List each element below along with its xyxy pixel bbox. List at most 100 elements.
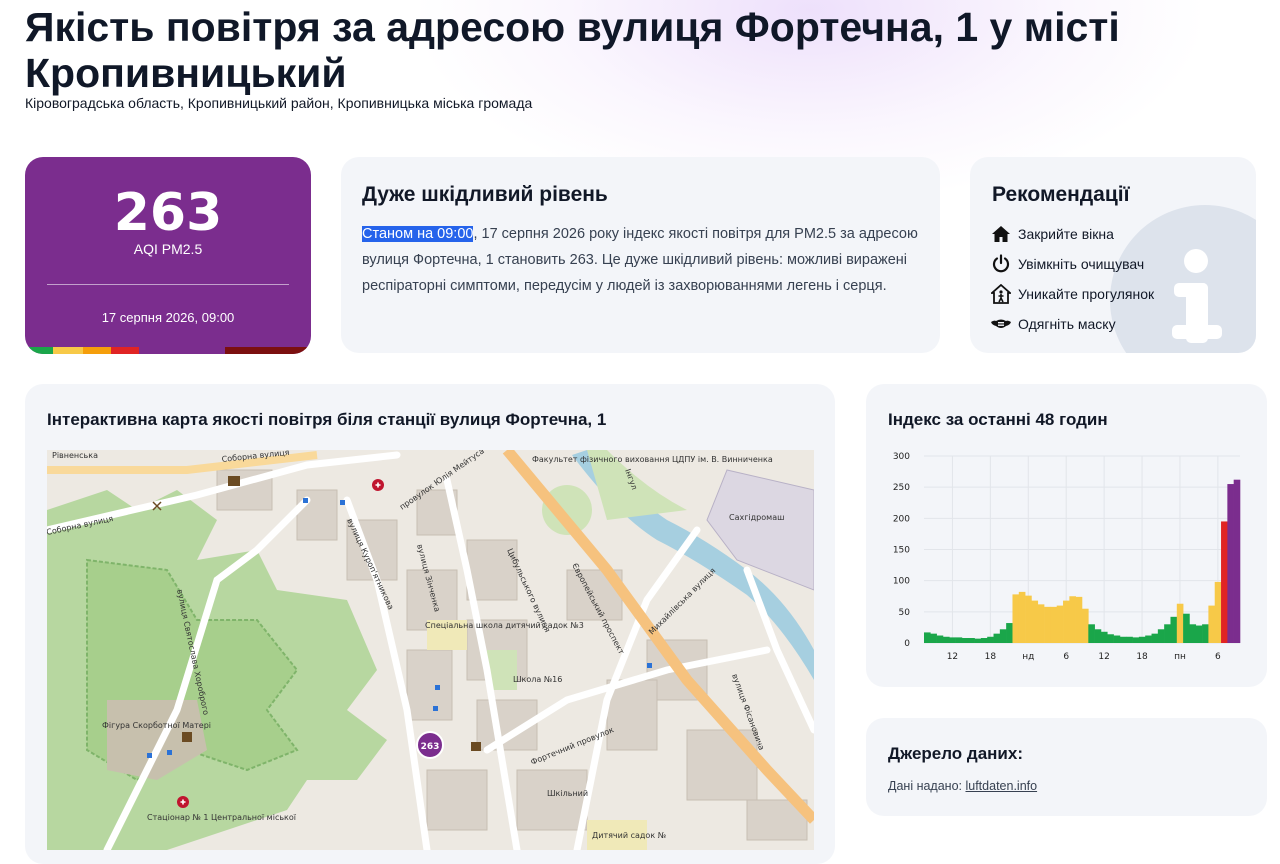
page-subtitle: Кіровоградська область, Кропивницький ра…	[25, 95, 533, 111]
chart-card: Індекс за останні 48 годин 0 50 100 150 200 2…	[866, 384, 1267, 687]
chart-bar[interactable]	[1227, 484, 1234, 643]
chart-xtick-label: пн	[1174, 652, 1186, 662]
chart-bar[interactable]	[1063, 600, 1070, 643]
map-canvas[interactable]: Соборна вулиця Соборна вулиця Рівненська…	[47, 450, 814, 850]
chart-bar[interactable]	[1145, 635, 1152, 643]
chart-bar[interactable]	[1170, 616, 1178, 643]
page-title: Якість повітря за адресою вулиця Фортечн…	[25, 4, 1120, 96]
chart-ytick-label: 100	[893, 577, 910, 587]
chart-bar[interactable]	[993, 633, 1001, 643]
chart-bar[interactable]	[1100, 631, 1108, 643]
map-label: Дитячий садок №	[592, 831, 667, 840]
recommendation-label: Одягніть маску	[1018, 316, 1116, 332]
chart-xtick-label: 6	[1063, 652, 1069, 662]
chart-xtick-label: нд	[1022, 652, 1034, 662]
aqi-scale-segment	[111, 347, 139, 354]
chart-xtick-label: 18	[985, 652, 997, 662]
source-link[interactable]: luftdaten.info	[965, 779, 1037, 793]
map-label: Рівненська	[52, 451, 98, 460]
chart-bar[interactable]	[1208, 605, 1216, 643]
chart-ytick-label: 250	[893, 483, 910, 493]
chart-bar[interactable]	[1195, 625, 1203, 643]
recommendation-purifier: Увімкніть очищувач	[990, 249, 1154, 279]
chart-bar[interactable]	[1044, 606, 1051, 643]
chart-bar[interactable]	[999, 629, 1007, 643]
recommendation-label: Уникайте прогулянок	[1018, 286, 1155, 302]
chart-bar[interactable]	[1176, 603, 1184, 643]
aqi-color-scale	[25, 347, 311, 354]
chart-bar[interactable]	[1138, 636, 1146, 643]
power-icon	[990, 253, 1012, 275]
station-marker[interactable]: 263	[416, 731, 444, 759]
map-card: Інтерактивна карта якості повітря біля с…	[25, 384, 835, 864]
home-walk-icon	[990, 283, 1012, 305]
chart-bar[interactable]	[936, 635, 944, 643]
level-description: Станом на 09:00, 17 серпня 2026 року інд…	[362, 221, 922, 299]
recommendation-wear-mask: Одягніть маску	[990, 309, 1154, 339]
chart-bar[interactable]	[1126, 636, 1133, 643]
chart-bar[interactable]	[1183, 613, 1190, 643]
chart-xtick-label: 18	[1136, 652, 1148, 662]
map-label: Шкільний	[547, 789, 588, 798]
interactive-map[interactable]: Соборна вулиця Соборна вулиця Рівненська…	[47, 450, 814, 850]
chart-bar[interactable]	[1088, 624, 1095, 643]
chart-bar[interactable]	[1221, 521, 1228, 643]
description-card: Дуже шкідливий рівень Станом на 09:00, 1…	[341, 157, 940, 353]
chart-ytick-label: 50	[899, 608, 911, 618]
recommendations-card: Рекомендації Закрийте вікна Увімкніть оч…	[970, 157, 1256, 353]
chart-bar[interactable]	[1107, 634, 1114, 643]
book-icon[interactable]	[471, 742, 481, 751]
chart-bar[interactable]	[1151, 633, 1159, 643]
chart-bar[interactable]	[942, 636, 950, 643]
chart-bar[interactable]	[1157, 629, 1165, 643]
chart-bar[interactable]	[1075, 596, 1083, 643]
chart-bar[interactable]	[1164, 624, 1171, 643]
map-label: Стаціонар № 1 Центральної міської	[147, 813, 297, 822]
chart-bar[interactable]	[1119, 636, 1127, 643]
chart-bar[interactable]	[980, 638, 988, 643]
chart-bar[interactable]	[930, 633, 937, 643]
chart-bar[interactable]	[1025, 595, 1032, 643]
chart-xtick-label: 6	[1215, 652, 1221, 662]
aqi-scale-segment	[83, 347, 111, 354]
mask-icon	[990, 313, 1012, 335]
map-label: Факультет фізичного виховання ЦДПУ ім. В…	[532, 455, 773, 464]
chart-ytick-label: 200	[893, 514, 910, 524]
chart-bar[interactable]	[1214, 581, 1222, 643]
chart-bar[interactable]	[1050, 606, 1058, 643]
chart-bar[interactable]	[1056, 605, 1064, 643]
recommendation-label: Увімкніть очищувач	[1018, 256, 1145, 272]
chart-ytick-label: 150	[893, 546, 910, 556]
chart-bar[interactable]	[955, 637, 963, 643]
chart-bar[interactable]	[1037, 604, 1045, 643]
recommendation-label: Закрийте вікна	[1018, 226, 1114, 242]
house-icon	[990, 223, 1012, 245]
cinema-icon[interactable]	[228, 476, 240, 486]
chart-bar[interactable]	[1018, 591, 1026, 643]
chart-bar[interactable]	[961, 638, 969, 643]
shop-icon[interactable]	[182, 732, 192, 742]
chart-bar[interactable]	[924, 632, 931, 643]
chart-bar[interactable]	[1189, 624, 1197, 643]
chart-bar[interactable]	[1082, 608, 1089, 643]
chart-bar[interactable]	[1094, 629, 1102, 643]
station-marker-value: 263	[421, 742, 440, 752]
chart-bar[interactable]	[1069, 596, 1076, 643]
recommendations-list: Закрийте вікна Увімкніть очищувач Уникай…	[990, 219, 1154, 339]
chart-bar[interactable]	[968, 638, 975, 643]
chart-bar[interactable]	[1006, 623, 1013, 643]
chart-bar[interactable]	[1113, 635, 1121, 643]
chart-bar[interactable]	[974, 638, 982, 643]
chart-bar[interactable]	[1031, 600, 1039, 643]
aqi-scale-segment	[225, 347, 311, 354]
aqi-scale-segment	[25, 347, 53, 354]
chart-bar[interactable]	[949, 637, 956, 643]
chart-bar[interactable]	[1233, 479, 1241, 643]
chart-bar[interactable]	[1132, 637, 1140, 643]
chart-xtick-label: 12	[947, 652, 958, 662]
chart-bar[interactable]	[987, 636, 994, 643]
aqi-divider	[47, 284, 289, 285]
chart-bar[interactable]	[1202, 624, 1209, 643]
map-label: Школа №16	[513, 675, 562, 684]
chart-bar[interactable]	[1012, 594, 1020, 643]
